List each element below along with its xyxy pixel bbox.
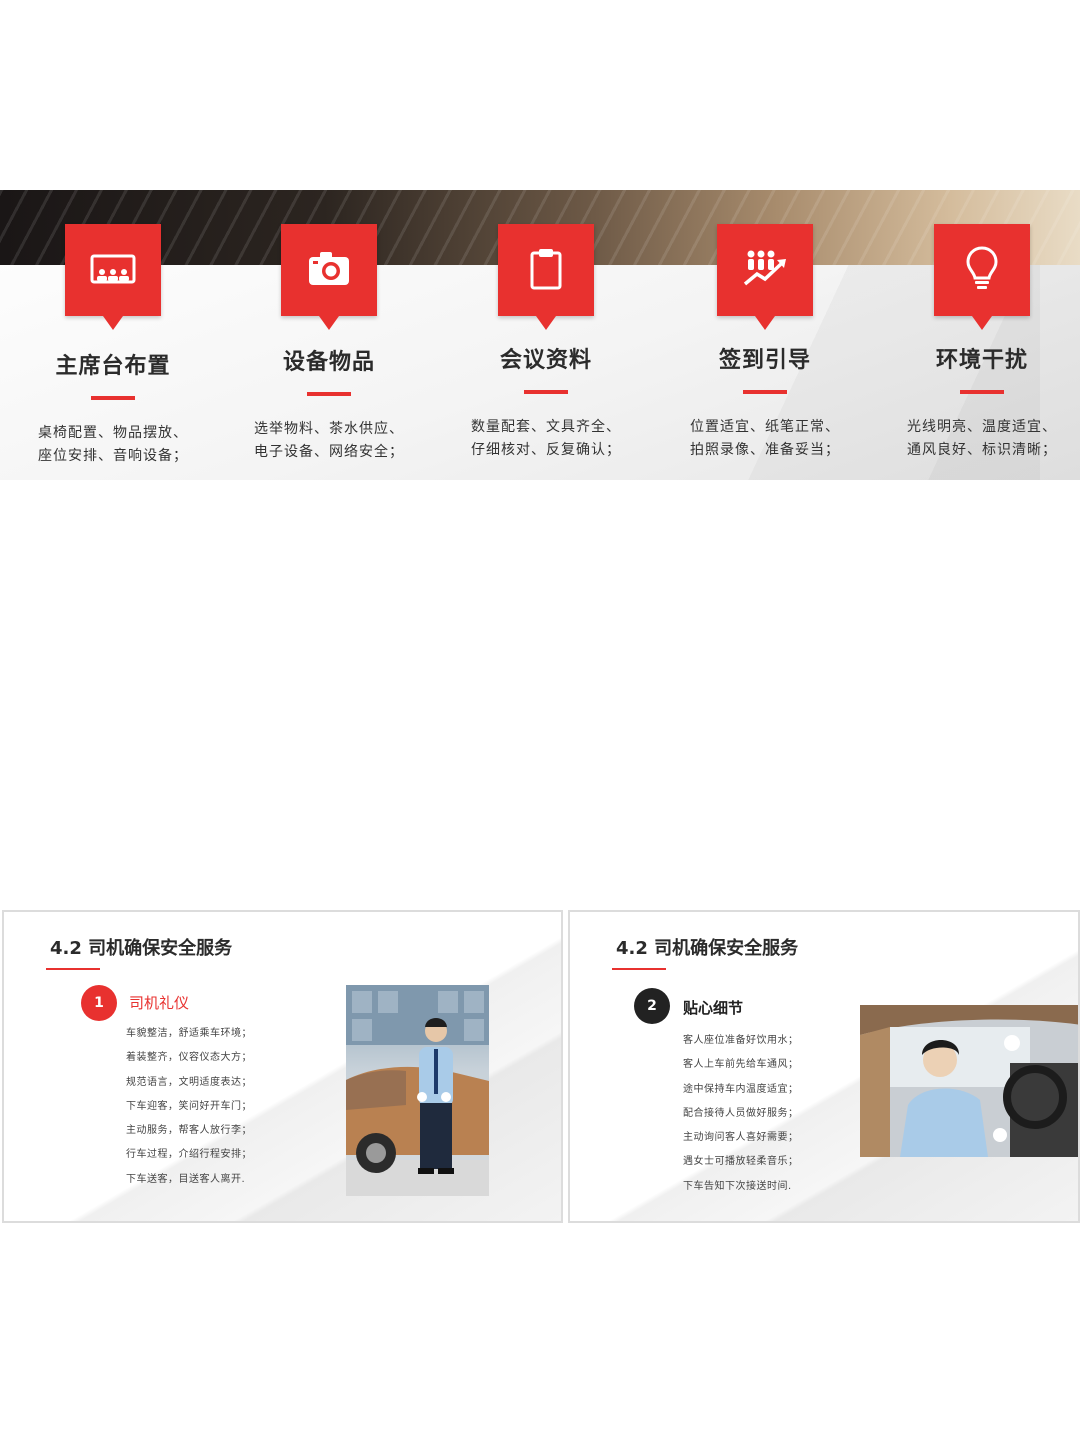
list-item: 下车送客，目送客人离开. [126,1173,246,1185]
section-number-badge: 1 [81,985,117,1021]
slide-thoughtful-details: 4.2 司机确保安全服务 2 贴心细节 客人座位准备好饮用水； 客人上车前先给车… [568,910,1080,1223]
details-list: 客人座位准备好饮用水； 客人上车前先给车通风； 途中保持车内温度适宜； 配合接待… [683,1029,799,1199]
title-underline [612,968,666,970]
title-underline [91,396,135,400]
title-underline [46,968,100,970]
etiquette-list: 车貌整洁，舒适乘车环境； 着装整齐，仪容仪态大方； 规范语言，文明适度表达； 下… [126,1022,252,1192]
clipboard-icon [530,249,562,290]
pillar-title: 签到引导 [718,348,811,373]
list-item: 客人上车前先给车通风； [683,1059,799,1071]
driver-in-car-photo [860,1005,1078,1157]
pillar-title: 会议资料 [499,348,592,373]
pillar-title: 环境干扰 [935,348,1028,373]
pillar-description: 数量配套、文具齐全、 仔细核对、反复确认； [471,419,621,458]
pin-marker [65,224,161,330]
list-item: 配合接待人员做好服务； [683,1107,799,1119]
pillar-materials: 会议资料 数量配套、文具齐全、 仔细核对、反复确认； [446,224,646,462]
pillar-title: 主席台布置 [55,354,171,379]
pillar-description: 位置适宜、纸笔正常、 拍照录像、准备妥当； [690,419,840,458]
list-item: 客人座位准备好饮用水； [683,1035,799,1046]
pillar-check-in: 签到引导 位置适宜、纸笔正常、 拍照录像、准备妥当； [665,224,865,462]
title-underline [960,390,1004,394]
lightbulb-icon [966,246,998,289]
title-underline [743,390,787,394]
pin-marker [934,224,1030,330]
title-underline [307,392,351,396]
pin-marker [498,224,594,330]
meeting-room-icon [90,254,136,284]
section-number-badge: 2 [634,988,670,1024]
section-subtitle: 司机礼仪 [129,994,190,1012]
list-item: 下车告知下次接送时间. [683,1180,792,1192]
pillar-description: 光线明亮、温度适宜、 通风良好、标识清晰； [907,419,1057,458]
slide-driver-etiquette: 4.2 司机确保安全服务 1 司机礼仪 车貌整洁，舒适乘车环境； 着装整齐，仪容… [2,910,563,1223]
section-subtitle: 贴心细节 [683,999,744,1017]
slide-title: 4.2 司机确保安全服务 [616,938,799,959]
list-item: 车貌整洁，舒适乘车环境； [126,1028,252,1039]
list-item: 着装整齐，仪容仪态大方； [126,1052,252,1064]
pin-marker [717,224,813,330]
top-slide: 主席台布置 桌椅配置、物品摆放、 座位安排、音响设备； 设备物品 选举物料、茶水… [0,190,1080,480]
pillar-equipment: 设备物品 选举物料、茶水供应、 电子设备、网络安全； [229,224,429,464]
pillar-environment: 环境干扰 光线明亮、温度适宜、 通风良好、标识清晰； [882,224,1080,462]
list-item: 规范语言，文明适度表达； [126,1076,252,1088]
slide-title: 4.2 司机确保安全服务 [50,938,233,959]
pillar-description: 选举物料、茶水供应、 电子设备、网络安全； [254,421,404,460]
list-item: 遇女士可播放轻柔音乐； [683,1156,799,1168]
pillar-description: 桌椅配置、物品摆放、 座位安排、音响设备； [38,425,188,464]
list-item: 行车过程，介绍行程安排； [126,1149,252,1161]
list-item: 主动服务，帮客人放行李； [126,1125,252,1137]
list-item: 主动询问客人喜好需要； [683,1132,799,1144]
pillar-podium-layout: 主席台布置 桌椅配置、物品摆放、 座位安排、音响设备； [13,224,213,468]
list-item: 下车迎客，笑问好开车门； [126,1100,252,1112]
pillar-title: 设备物品 [282,350,375,375]
driver-standing-photo [346,985,489,1196]
list-item: 途中保持车内温度适宜； [683,1083,799,1095]
pin-marker [281,224,377,330]
camera-icon [309,252,349,285]
title-underline [524,390,568,394]
growth-team-icon [743,250,786,286]
